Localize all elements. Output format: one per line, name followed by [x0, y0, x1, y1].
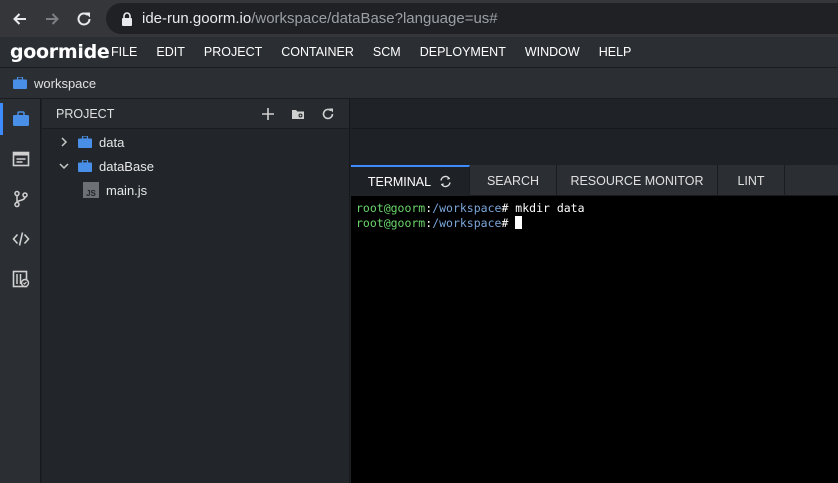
- app-logo: goormide: [10, 41, 110, 63]
- url-text: ide-run.goorm.io/workspace/dataBase?lang…: [142, 10, 498, 27]
- tab-search[interactable]: SEARCH: [470, 165, 557, 196]
- browser-toolbar: ide-run.goorm.io/workspace/dataBase?lang…: [0, 0, 838, 37]
- activity-code[interactable]: [0, 219, 41, 259]
- chevron-down-icon[interactable]: [58, 160, 70, 172]
- menu-window[interactable]: WINDOW: [525, 45, 580, 59]
- menu-project[interactable]: PROJECT: [204, 45, 262, 59]
- tree-item-label: data: [99, 134, 125, 150]
- menu-help[interactable]: HELP: [599, 45, 632, 59]
- activity-bar: [0, 99, 41, 483]
- terminal-prompt: #: [501, 201, 516, 215]
- refresh-button[interactable]: [313, 99, 343, 129]
- git-branch-icon: [13, 190, 28, 208]
- terminal-line: root@goorm:/workspace# mkdir data: [356, 201, 838, 216]
- url-host: ide-run.goorm.io: [142, 10, 252, 27]
- code-icon: [11, 232, 30, 246]
- tab-lint[interactable]: LINT: [718, 165, 785, 196]
- checklist-icon: [12, 270, 29, 288]
- reload-button[interactable]: [73, 8, 95, 30]
- terminal-path: /workspace: [432, 201, 502, 215]
- folder-icon: [78, 160, 92, 172]
- menu-scm[interactable]: SCM: [373, 45, 401, 59]
- workspace-label[interactable]: workspace: [34, 76, 96, 91]
- terminal-line: root@goorm:/workspace#: [356, 216, 838, 231]
- lock-icon: [122, 11, 132, 26]
- forward-button[interactable]: [41, 8, 63, 30]
- tree-item-label: dataBase: [99, 158, 154, 174]
- terminal-path: /workspace: [432, 216, 502, 230]
- briefcase-icon: [12, 111, 29, 126]
- activity-project[interactable]: [0, 99, 41, 139]
- window-icon: [12, 151, 29, 167]
- terminal-command: mkdir data: [515, 201, 585, 215]
- activity-scm[interactable]: [0, 179, 41, 219]
- project-title: PROJECT: [56, 106, 115, 121]
- terminal-prompt: #: [501, 216, 516, 230]
- terminal-cursor: [515, 216, 523, 229]
- arrow-right-icon: [46, 12, 59, 25]
- tab-resource-monitor[interactable]: RESOURCE MONITOR: [557, 165, 718, 196]
- tree-item-data[interactable]: data: [58, 130, 124, 154]
- new-folder-button[interactable]: [283, 99, 313, 129]
- activity-outline[interactable]: [0, 139, 41, 179]
- chevron-right-icon[interactable]: [58, 136, 70, 148]
- tab-label: SEARCH: [486, 173, 540, 188]
- address-bar[interactable]: ide-run.goorm.io/workspace/dataBase?lang…: [106, 3, 838, 34]
- editor-area[interactable]: [351, 129, 838, 165]
- reload-icon: [77, 11, 91, 25]
- project-explorer: PROJECT data dataBase JS main.js: [42, 99, 350, 483]
- plus-icon: [262, 107, 274, 120]
- menu-edit[interactable]: EDIT: [156, 45, 184, 59]
- workspace-bar: workspace: [0, 68, 838, 99]
- folder-icon: [78, 136, 92, 148]
- sync-icon[interactable]: [439, 175, 452, 188]
- menu-deployment[interactable]: DEPLOYMENT: [420, 45, 506, 59]
- terminal[interactable]: root@goorm:/workspace# mkdir data root@g…: [351, 196, 838, 483]
- project-header: PROJECT: [42, 99, 349, 129]
- url-path: /workspace/dataBase?language=us#: [251, 10, 498, 27]
- tree-item-database[interactable]: dataBase: [58, 154, 154, 178]
- panel-tabs: TERMINAL SEARCH RESOURCE MONITOR LINT: [351, 165, 838, 196]
- tab-terminal[interactable]: TERMINAL: [351, 165, 470, 196]
- tree-item-main-js[interactable]: JS main.js: [83, 178, 147, 202]
- terminal-user: root@goorm: [356, 201, 426, 215]
- tab-label: RESOURCE MONITOR: [570, 173, 704, 188]
- briefcase-icon: [13, 77, 27, 89]
- refresh-icon: [322, 108, 334, 119]
- menu-container[interactable]: CONTAINER: [281, 45, 354, 59]
- editor-tab-bar: [351, 99, 838, 129]
- folder-settings-icon: [292, 109, 304, 119]
- activity-test[interactable]: [0, 259, 41, 299]
- new-file-button[interactable]: [253, 99, 283, 129]
- tree-item-label: main.js: [106, 182, 148, 198]
- tab-label: LINT: [737, 173, 765, 188]
- arrow-left-icon: [13, 12, 26, 25]
- back-button[interactable]: [9, 8, 31, 30]
- menu-file[interactable]: FILE: [111, 45, 137, 59]
- js-file-icon: JS: [83, 182, 99, 198]
- terminal-user: root@goorm: [356, 216, 426, 230]
- tab-label: TERMINAL: [367, 174, 432, 189]
- menubar: goormide FILE EDIT PROJECT CONTAINER SCM…: [0, 37, 838, 68]
